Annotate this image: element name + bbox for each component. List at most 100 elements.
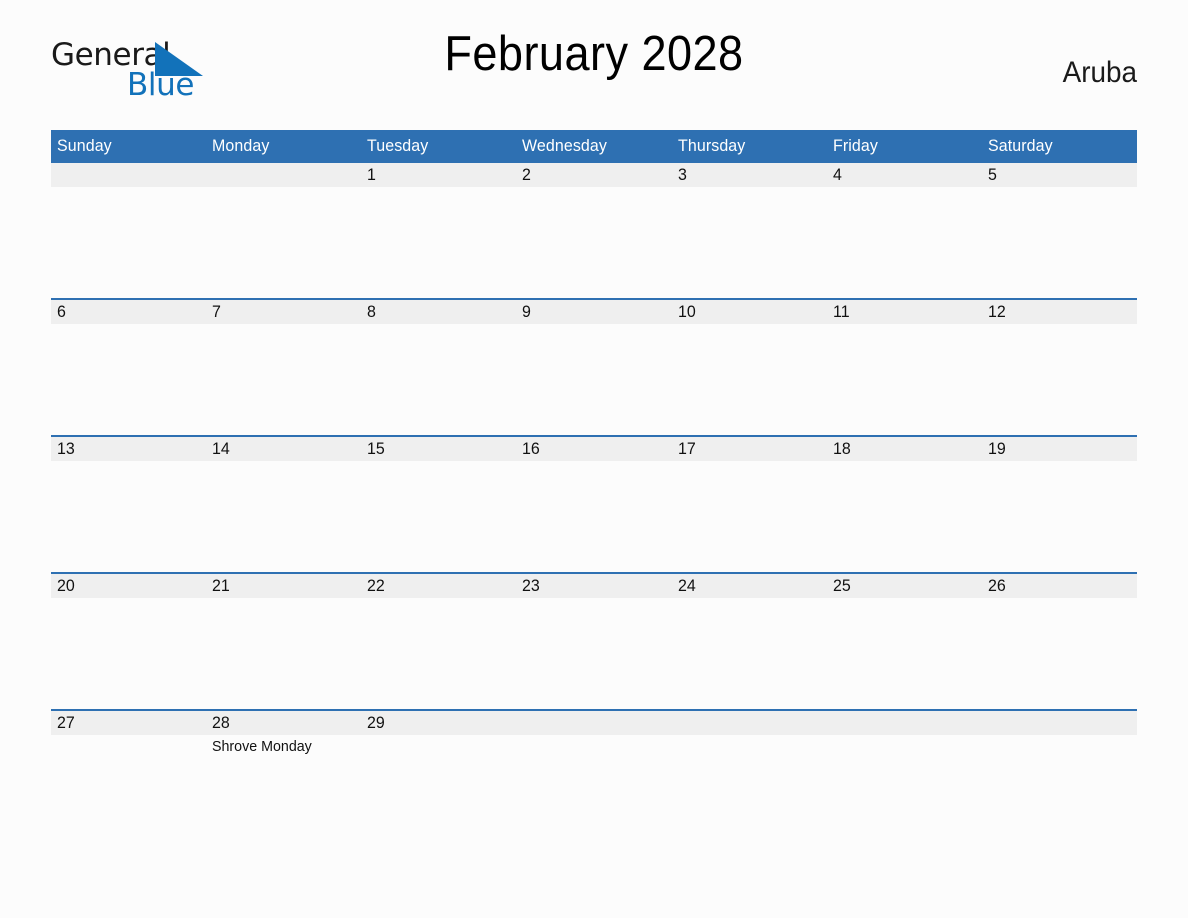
weekday-label: Wednesday bbox=[522, 136, 608, 155]
weekday-header-tuesday: Tuesday bbox=[361, 130, 517, 163]
day-number: 23 bbox=[522, 576, 541, 595]
day-number-band: 13 bbox=[51, 437, 207, 461]
day-number-band: 0 bbox=[671, 711, 827, 735]
calendar-week-row: 2728Shrove Monday290000 bbox=[51, 709, 1137, 846]
day-number-band: 0 bbox=[981, 711, 1137, 735]
day-cell-inner: 7 bbox=[206, 300, 362, 435]
calendar-day-cell[interactable]: 3 bbox=[671, 163, 827, 299]
calendar-empty-cell: 0 bbox=[51, 163, 207, 299]
calendar-day-cell[interactable]: 18 bbox=[826, 435, 982, 573]
calendar-day-cell[interactable]: 29 bbox=[361, 709, 517, 846]
region-label: Aruba bbox=[1062, 56, 1137, 89]
day-number-band: 0 bbox=[826, 711, 982, 735]
day-cell-inner: 10 bbox=[671, 300, 827, 435]
day-number: 5 bbox=[987, 165, 997, 184]
calendar-day-cell[interactable]: 13 bbox=[51, 435, 207, 573]
day-number: 9 bbox=[522, 302, 532, 321]
day-cell-inner: 0 bbox=[206, 163, 362, 298]
day-number-band: 3 bbox=[671, 163, 827, 187]
calendar-day-cell[interactable]: 9 bbox=[516, 298, 672, 436]
weekday-label: Monday bbox=[212, 136, 270, 155]
day-number-band: 1 bbox=[361, 163, 517, 187]
calendar-day-cell[interactable]: 11 bbox=[826, 298, 982, 436]
day-number-band: 6 bbox=[51, 300, 207, 324]
day-number: 26 bbox=[987, 576, 1006, 595]
calendar-day-cell[interactable]: 22 bbox=[361, 572, 517, 710]
calendar-day-cell[interactable]: 25 bbox=[826, 572, 982, 710]
calendar-day-cell[interactable]: 17 bbox=[671, 435, 827, 573]
weekday-header-saturday: Saturday bbox=[981, 130, 1137, 163]
day-cell-inner: 14 bbox=[206, 437, 362, 572]
calendar-empty-cell: 0 bbox=[826, 709, 982, 846]
calendar-week-row: 20 21 22 23 24 25 26 bbox=[51, 572, 1137, 710]
calendar-day-cell[interactable]: 16 bbox=[516, 435, 672, 573]
calendar-day-cell[interactable]: 27 bbox=[51, 709, 207, 846]
calendar-day-cell[interactable]: 14 bbox=[206, 435, 362, 573]
day-cell-inner: 8 bbox=[361, 300, 517, 435]
day-number-band: 12 bbox=[981, 300, 1137, 324]
calendar-day-cell[interactable]: 8 bbox=[361, 298, 517, 436]
day-number-band: 8 bbox=[361, 300, 517, 324]
day-cell-inner: 13 bbox=[51, 437, 207, 572]
calendar-day-cell[interactable]: 20 bbox=[51, 572, 207, 710]
day-number-band: 15 bbox=[361, 437, 517, 461]
day-cell-inner: 19 bbox=[981, 437, 1137, 572]
calendar-day-cell[interactable]: 4 bbox=[826, 163, 982, 299]
weekday-header-thursday: Thursday bbox=[671, 130, 827, 163]
day-number-band: 26 bbox=[981, 574, 1137, 598]
calendar-empty-cell: 0 bbox=[981, 709, 1137, 846]
day-number-band: 0 bbox=[51, 163, 207, 187]
day-number-band: 24 bbox=[671, 574, 827, 598]
day-cell-inner: 4 bbox=[826, 163, 982, 298]
day-cell-inner: 0 bbox=[516, 711, 672, 846]
calendar-day-cell[interactable]: 26 bbox=[981, 572, 1137, 710]
calendar-day-cell[interactable]: 2 bbox=[516, 163, 672, 299]
page-header: General Blue February 2028 Aruba bbox=[51, 0, 1137, 102]
weekday-header-sunday: Sunday bbox=[51, 130, 207, 163]
day-number: 22 bbox=[367, 576, 386, 595]
calendar-day-cell[interactable]: 15 bbox=[361, 435, 517, 573]
calendar-day-cell[interactable]: 23 bbox=[516, 572, 672, 710]
day-cell-inner: 17 bbox=[671, 437, 827, 572]
calendar-day-cell[interactable]: 6 bbox=[51, 298, 207, 436]
day-number-band: 20 bbox=[51, 574, 207, 598]
day-number: 20 bbox=[57, 576, 75, 595]
calendar-day-cell[interactable]: 28 Shrove Monday bbox=[206, 709, 362, 846]
event-list: Shrove Monday bbox=[206, 735, 361, 755]
calendar-day-cell[interactable]: 19 bbox=[981, 435, 1137, 573]
day-cell-inner: 21 bbox=[206, 574, 362, 709]
day-number-band: 11 bbox=[826, 300, 982, 324]
day-cell-inner: 3 bbox=[671, 163, 827, 298]
day-number: 19 bbox=[987, 439, 1006, 458]
calendar-body: 0012345678910111213141516171819202122232… bbox=[51, 163, 1137, 846]
day-cell-inner: 26 bbox=[981, 574, 1137, 709]
day-number-band: 0 bbox=[516, 711, 672, 735]
calendar-day-cell[interactable]: 21 bbox=[206, 572, 362, 710]
day-number-band: 4 bbox=[826, 163, 982, 187]
day-number-band: 19 bbox=[981, 437, 1137, 461]
calendar-day-cell[interactable]: 12 bbox=[981, 298, 1137, 436]
day-number: 28 bbox=[212, 713, 230, 732]
calendar-day-cell[interactable]: 5 bbox=[981, 163, 1137, 299]
day-number: 24 bbox=[677, 576, 696, 595]
holiday-event-label: Shrove Monday bbox=[212, 738, 312, 755]
calendar-day-cell[interactable]: 10 bbox=[671, 298, 827, 436]
day-number: 13 bbox=[57, 439, 75, 458]
calendar-week-row: 0012345 bbox=[51, 163, 1137, 299]
day-number: 8 bbox=[367, 302, 377, 321]
weekday-header-monday: Monday bbox=[206, 130, 362, 163]
calendar-day-cell[interactable]: 7 bbox=[206, 298, 362, 436]
day-number: 3 bbox=[677, 165, 687, 184]
day-cell-inner: 0 bbox=[51, 163, 207, 298]
day-number-band: 7 bbox=[206, 300, 362, 324]
calendar-day-cell[interactable]: 24 bbox=[671, 572, 827, 710]
calendar-day-cell[interactable]: 1 bbox=[361, 163, 517, 299]
day-cell-inner: 0 bbox=[826, 711, 982, 846]
day-number: 18 bbox=[832, 439, 851, 458]
day-cell-inner: 11 bbox=[826, 300, 982, 435]
day-number: 17 bbox=[677, 439, 696, 458]
day-cell-inner: 23 bbox=[516, 574, 672, 709]
day-number: 21 bbox=[212, 576, 230, 595]
day-cell-inner: 0 bbox=[981, 711, 1137, 846]
calendar-empty-cell: 0 bbox=[671, 709, 827, 846]
